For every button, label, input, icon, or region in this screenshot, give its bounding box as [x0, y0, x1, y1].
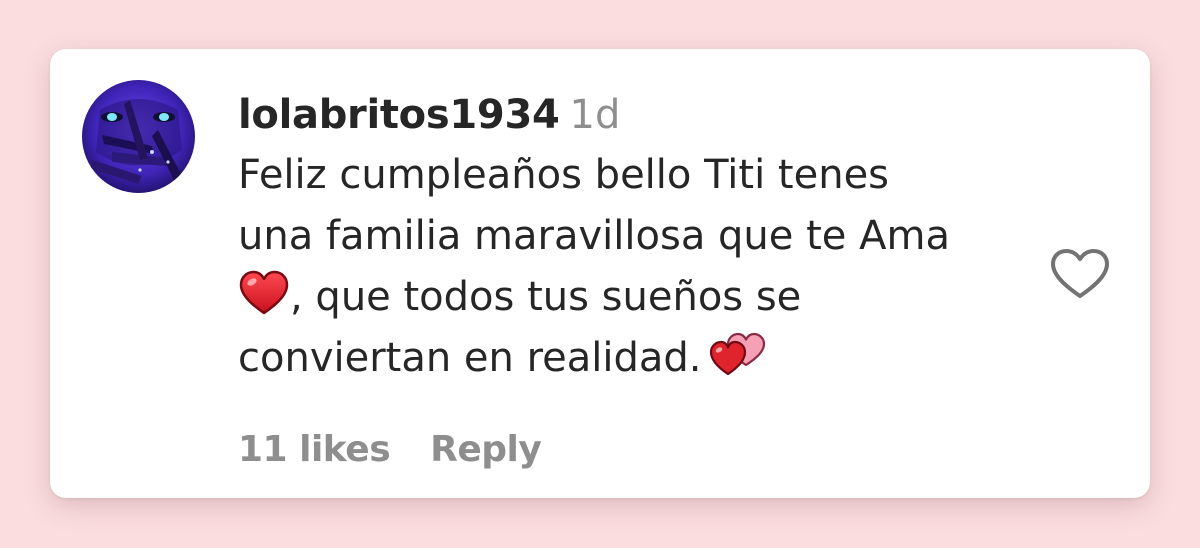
comment-timestamp[interactable]: 1d — [570, 92, 621, 138]
comment-line-1: Feliz cumpleaños bello Titi tenes — [238, 152, 890, 198]
comment-line-3: , que todos tus sueños se — [290, 274, 802, 320]
reply-button[interactable]: Reply — [430, 429, 542, 470]
comment-line-2: una familia maravillosa que te Ama — [238, 213, 950, 259]
avatar-image — [82, 80, 195, 193]
comment-body: lolabritos1934 1d Feliz cumpleaños bello … — [238, 87, 1038, 389]
username-link[interactable]: lolabritos1934 — [238, 92, 560, 138]
comment-card: lolabritos1934 1d Feliz cumpleaños bello … — [50, 49, 1150, 498]
heart-outline-icon — [1051, 249, 1109, 298]
comment-line-3-wrap: , que todos tus sueños se — [238, 267, 1038, 328]
comment-line-4-wrap: conviertan en realidad. — [238, 328, 1038, 389]
comment-text: Feliz cumpleaños bello Titi tenes una fa… — [238, 145, 1038, 389]
like-button[interactable] — [1048, 247, 1112, 301]
red-heart-icon — [239, 270, 289, 315]
likes-count[interactable]: 11 likes — [238, 429, 391, 470]
comment-line-4: conviertan en realidad. — [238, 335, 702, 381]
comment-footer: 11 likes Reply — [238, 429, 542, 470]
avatar[interactable] — [82, 80, 195, 193]
comment-header: lolabritos1934 1d — [238, 87, 1038, 143]
two-hearts-icon — [709, 332, 765, 376]
